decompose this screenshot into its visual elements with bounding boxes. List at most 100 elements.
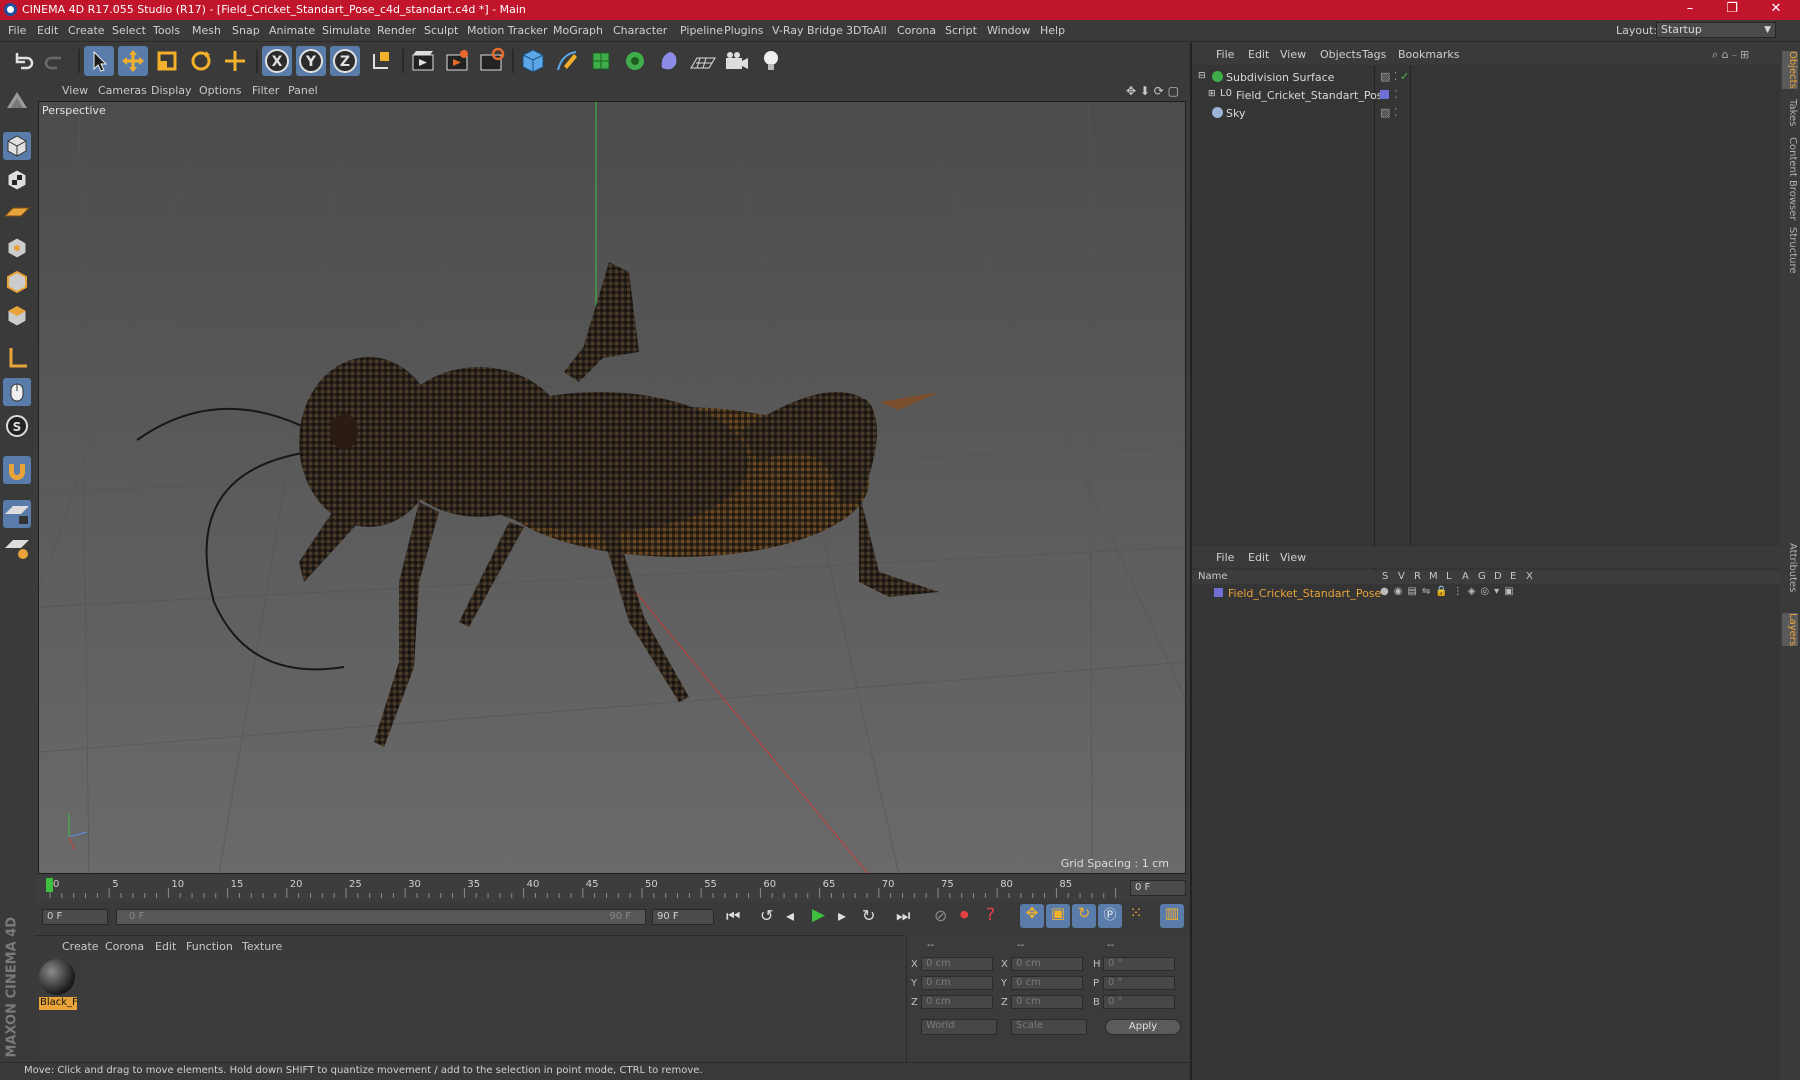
size-y-field[interactable]: 0 cm bbox=[1011, 976, 1083, 990]
menu-simulate[interactable]: Simulate bbox=[322, 24, 371, 37]
viewport-menu-display[interactable]: Display bbox=[151, 84, 192, 97]
workplane-snap-icon[interactable] bbox=[3, 534, 31, 562]
rotate-icon[interactable] bbox=[186, 46, 216, 76]
light-icon[interactable] bbox=[756, 46, 786, 76]
om-search-icon[interactable]: ⌕ ⌂ ⎯ ⊞ bbox=[1712, 48, 1749, 62]
material-menu-texture[interactable]: Texture bbox=[242, 940, 282, 953]
model-mode-icon[interactable] bbox=[3, 132, 31, 160]
coordinate-space-dropdown[interactable]: World bbox=[921, 1019, 997, 1035]
visibility-dots[interactable]: ▨ ⁚ bbox=[1380, 106, 1397, 119]
points-mode-icon[interactable] bbox=[3, 234, 31, 262]
position-z-field[interactable]: 0 cm bbox=[921, 995, 993, 1009]
layer-row[interactable]: Field_Cricket_Standart_Pose ●◉▤⇋🔒⋮◈◎▾▣ bbox=[1192, 586, 1782, 604]
go-to-end-icon[interactable]: ⏭ bbox=[896, 906, 910, 926]
lm-menu-file[interactable]: File bbox=[1216, 551, 1234, 564]
previous-frame-icon[interactable]: ◂ bbox=[786, 906, 794, 925]
lm-menu-edit[interactable]: Edit bbox=[1248, 551, 1269, 564]
lm-menu-view[interactable]: View bbox=[1280, 551, 1306, 564]
y-axis-icon[interactable]: Y bbox=[296, 46, 326, 76]
viewport-menu-options[interactable]: Options bbox=[199, 84, 241, 97]
undo-icon[interactable] bbox=[8, 46, 38, 76]
size-z-field[interactable]: 0 cm bbox=[1011, 995, 1083, 1009]
viewport-nav-icons[interactable]: ✥ ⬇ ⟳ ▢ bbox=[1126, 84, 1179, 98]
rotation-p-field[interactable]: 0 ° bbox=[1103, 976, 1175, 990]
object-row-subdivision[interactable]: ⊟ Subdivision Surface ▨ ⁚ ✓ bbox=[1192, 70, 1782, 88]
om-menu-bookmarks[interactable]: Bookmarks bbox=[1398, 48, 1459, 61]
perspective-viewport[interactable]: Perspective Grid Spacing : 1 cm bbox=[38, 101, 1186, 874]
material-swatch[interactable] bbox=[39, 959, 75, 999]
om-menu-tags[interactable]: Tags bbox=[1362, 48, 1386, 61]
menu-script[interactable]: Script bbox=[945, 24, 977, 37]
menu-file[interactable]: File bbox=[8, 24, 26, 37]
key-parameter-icon[interactable]: Ⓟ bbox=[1098, 904, 1122, 928]
size-mode-dropdown[interactable]: Scale bbox=[1011, 1019, 1087, 1035]
go-to-start-icon[interactable]: ⏮ bbox=[726, 906, 740, 926]
redo-icon[interactable] bbox=[40, 46, 70, 76]
material-menu-create[interactable]: Create bbox=[62, 940, 99, 953]
tab-objects[interactable]: Objects bbox=[1782, 51, 1798, 89]
move-icon[interactable] bbox=[118, 46, 148, 76]
position-x-field[interactable]: 0 cm bbox=[921, 957, 993, 971]
select-icon[interactable] bbox=[84, 46, 114, 76]
z-axis-icon[interactable]: Z bbox=[330, 46, 360, 76]
menu-render[interactable]: Render bbox=[377, 24, 416, 37]
apply-button[interactable]: Apply bbox=[1105, 1019, 1181, 1035]
axis-mode-icon[interactable] bbox=[3, 344, 31, 372]
visibility-dots[interactable]: ⁚ bbox=[1394, 88, 1398, 101]
key-position-icon[interactable]: ✥ bbox=[1020, 904, 1044, 928]
camera-icon[interactable] bbox=[722, 46, 752, 76]
polygons-mode-icon[interactable] bbox=[3, 302, 31, 330]
rotation-b-field[interactable]: 0 ° bbox=[1103, 995, 1175, 1009]
collapse-icon[interactable]: ⊟ bbox=[1198, 71, 1206, 81]
edges-mode-icon[interactable] bbox=[3, 268, 31, 296]
deformer-icon[interactable] bbox=[654, 46, 684, 76]
current-frame-field[interactable]: 0 F bbox=[1130, 880, 1186, 896]
coordinate-system-icon[interactable] bbox=[366, 46, 396, 76]
om-menu-edit[interactable]: Edit bbox=[1248, 48, 1269, 61]
lock-workplane-icon[interactable] bbox=[3, 500, 31, 528]
menu-window[interactable]: Window bbox=[987, 24, 1030, 37]
viewport-menu-filter[interactable]: Filter bbox=[252, 84, 279, 97]
om-menu-objects[interactable]: Objects bbox=[1320, 48, 1362, 61]
menu-create[interactable]: Create bbox=[68, 24, 105, 37]
autokey-icon[interactable]: ⏺ bbox=[960, 905, 969, 925]
viewport-menu-cameras[interactable]: Cameras bbox=[98, 84, 147, 97]
add-icon[interactable] bbox=[220, 46, 250, 76]
key-scale-icon[interactable]: ▣ bbox=[1046, 904, 1070, 928]
floor-icon[interactable] bbox=[688, 46, 718, 76]
mograph-cloner-icon[interactable] bbox=[620, 46, 650, 76]
menu-select[interactable]: Select bbox=[112, 24, 146, 37]
texture-mode-icon[interactable] bbox=[3, 166, 31, 194]
material-menu-corona[interactable]: Corona bbox=[105, 940, 144, 953]
menu-vray-bridge[interactable]: V-Ray Bridge bbox=[772, 24, 843, 37]
material-menu-function[interactable]: Function bbox=[186, 940, 233, 953]
make-editable-icon[interactable] bbox=[3, 88, 31, 116]
object-name[interactable]: Sky bbox=[1226, 107, 1245, 120]
menu-mesh[interactable]: Mesh bbox=[192, 24, 221, 37]
timeline-window-icon[interactable]: ▥ bbox=[1160, 904, 1184, 928]
viewport-menu-panel[interactable]: Panel bbox=[288, 84, 318, 97]
layer-color-swatch[interactable] bbox=[1214, 588, 1223, 597]
render-view-icon[interactable] bbox=[408, 46, 438, 76]
minimize-button[interactable]: – bbox=[1670, 1, 1710, 16]
next-frame-icon[interactable]: ▸ bbox=[838, 906, 846, 925]
menu-animate[interactable]: Animate bbox=[269, 24, 315, 37]
key-rotation-icon[interactable]: ↻ bbox=[1072, 904, 1096, 928]
layer-color-swatch[interactable] bbox=[1380, 90, 1389, 99]
om-menu-view[interactable]: View bbox=[1280, 48, 1306, 61]
frame-range-slider[interactable]: 0 F 90 F bbox=[116, 909, 646, 925]
scale-icon[interactable] bbox=[152, 46, 182, 76]
position-y-field[interactable]: 0 cm bbox=[921, 976, 993, 990]
record-keys-icon[interactable]: ⊘ bbox=[934, 906, 947, 925]
menu-snap[interactable]: Snap bbox=[232, 24, 260, 37]
next-keyframe-icon[interactable]: ↻ bbox=[862, 906, 875, 925]
menu-corona[interactable]: Corona bbox=[897, 24, 936, 37]
end-frame-field[interactable]: 90 F bbox=[652, 909, 714, 925]
tweak-mode-icon[interactable] bbox=[3, 378, 31, 406]
tab-layers[interactable]: Layers bbox=[1782, 613, 1798, 647]
object-row-sky[interactable]: Sky ▨ ⁚ bbox=[1192, 106, 1782, 124]
subdivision-icon[interactable] bbox=[586, 46, 616, 76]
visibility-dots[interactable]: ▨ ⁚ bbox=[1380, 70, 1397, 83]
tab-takes[interactable]: Takes bbox=[1782, 99, 1798, 126]
menu-3dtoall[interactable]: 3DToAll bbox=[846, 24, 887, 37]
